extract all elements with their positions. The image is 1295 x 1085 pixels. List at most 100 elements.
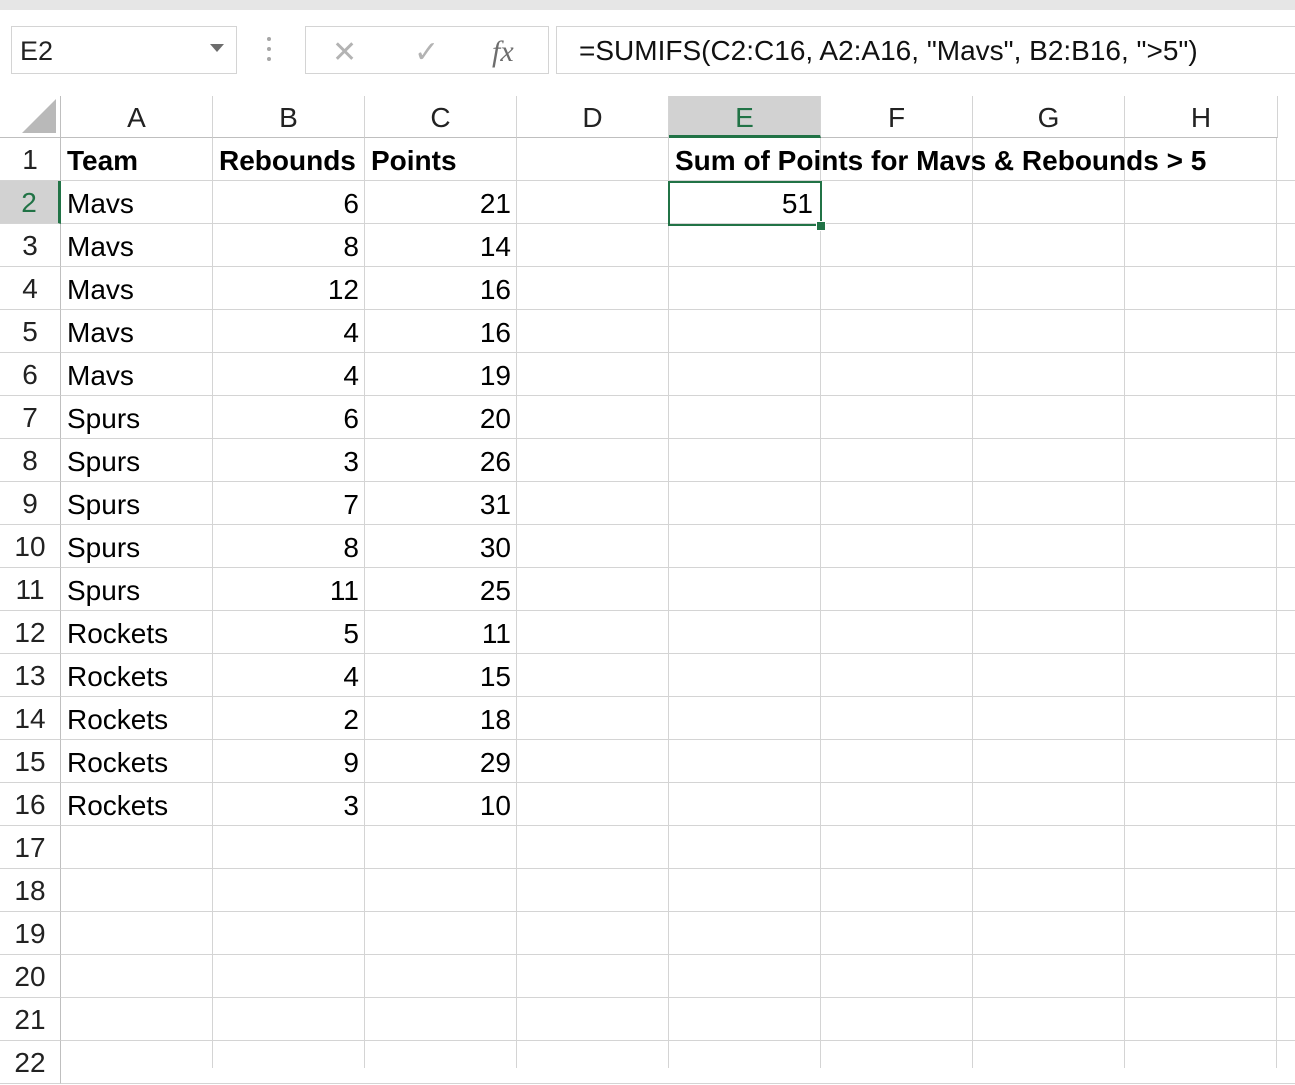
gridline-vertical — [1124, 138, 1125, 1068]
cell-e1-sum-label[interactable]: Sum of Points for Mavs & Rebounds > 5 — [669, 138, 1275, 181]
row-header-1[interactable]: 1 — [0, 138, 61, 181]
row-header-12[interactable]: 12 — [0, 611, 61, 654]
formula-input[interactable]: =SUMIFS(C2:C16, A2:A16, "Mavs", B2:B16, … — [556, 26, 1295, 74]
chevron-down-icon[interactable] — [210, 44, 224, 52]
row-header-9[interactable]: 9 — [0, 482, 61, 525]
cell-b1-rebounds-header[interactable]: Rebounds — [213, 138, 371, 181]
gridline-vertical — [668, 138, 669, 1068]
cell-rebounds[interactable]: 9 — [213, 740, 365, 783]
select-all-button[interactable] — [0, 96, 61, 138]
cell-c1-points-header[interactable]: Points — [365, 138, 523, 181]
cell-points[interactable]: 20 — [365, 396, 517, 439]
cell-points[interactable]: 16 — [365, 310, 517, 353]
cell-a1-team-header[interactable]: Team — [61, 138, 219, 181]
row-header-2[interactable]: 2 — [0, 181, 61, 224]
cell-points[interactable]: 18 — [365, 697, 517, 740]
name-box[interactable]: E2 — [11, 26, 237, 74]
row-header-10[interactable]: 10 — [0, 525, 61, 568]
cell-rebounds[interactable]: 6 — [213, 396, 365, 439]
cell-points[interactable]: 31 — [365, 482, 517, 525]
cancel-icon[interactable]: ✕ — [332, 35, 357, 70]
cell-team[interactable]: Rockets — [61, 654, 219, 697]
cell-team[interactable]: Mavs — [61, 310, 219, 353]
cell-rebounds[interactable]: 7 — [213, 482, 365, 525]
cell-points[interactable]: 15 — [365, 654, 517, 697]
row-header-16[interactable]: 16 — [0, 783, 61, 826]
cell-team[interactable]: Spurs — [61, 396, 219, 439]
gridline-horizontal — [61, 954, 1295, 955]
cell-rebounds[interactable]: 8 — [213, 525, 365, 568]
cell-points[interactable]: 29 — [365, 740, 517, 783]
cell-rebounds[interactable]: 11 — [213, 568, 365, 611]
column-header-g[interactable]: G — [973, 96, 1125, 138]
cell-points[interactable]: 21 — [365, 181, 517, 224]
row-header-11[interactable]: 11 — [0, 568, 61, 611]
active-cell-border — [668, 181, 822, 226]
cell-points[interactable]: 10 — [365, 783, 517, 826]
cell-rebounds[interactable]: 12 — [213, 267, 365, 310]
spreadsheet-grid[interactable]: A B C D E F G H 1 2 3 4 5 6 7 8 9 10 11 12 13 14 15 16 17 18 19 20 2… — [0, 96, 1295, 1084]
row-header-19[interactable]: 19 — [0, 912, 61, 955]
cell-team[interactable]: Spurs — [61, 439, 219, 482]
row-header-8[interactable]: 8 — [0, 439, 61, 482]
column-header-c[interactable]: C — [365, 96, 517, 138]
cell-team[interactable]: Mavs — [61, 181, 219, 224]
row-header-6[interactable]: 6 — [0, 353, 61, 396]
cell-points[interactable]: 11 — [365, 611, 517, 654]
column-header-b[interactable]: B — [213, 96, 365, 138]
cell-points[interactable]: 19 — [365, 353, 517, 396]
column-header-e[interactable]: E — [669, 96, 821, 138]
cell-points[interactable]: 30 — [365, 525, 517, 568]
cell-team[interactable]: Mavs — [61, 224, 219, 267]
row-header-7[interactable]: 7 — [0, 396, 61, 439]
row-header-5[interactable]: 5 — [0, 310, 61, 353]
cell-team[interactable]: Rockets — [61, 611, 219, 654]
column-header-d[interactable]: D — [517, 96, 669, 138]
row-header-22[interactable]: 22 — [0, 1041, 61, 1084]
resize-grip-icon[interactable] — [266, 37, 272, 65]
row-header-21[interactable]: 21 — [0, 998, 61, 1041]
cell-team[interactable]: Rockets — [61, 740, 219, 783]
cell-team[interactable]: Rockets — [61, 783, 219, 826]
column-header-a[interactable]: A — [61, 96, 213, 138]
cell-points[interactable]: 26 — [365, 439, 517, 482]
cell-rebounds[interactable]: 4 — [213, 310, 365, 353]
formula-text[interactable]: =SUMIFS(C2:C16, A2:A16, "Mavs", B2:B16, … — [579, 35, 1198, 67]
row-header-4[interactable]: 4 — [0, 267, 61, 310]
row-header-14[interactable]: 14 — [0, 697, 61, 740]
cell-rebounds[interactable]: 5 — [213, 611, 365, 654]
cell-rebounds[interactable]: 8 — [213, 224, 365, 267]
cell-team[interactable]: Mavs — [61, 353, 219, 396]
column-header-f[interactable]: F — [821, 96, 973, 138]
row-header-3[interactable]: 3 — [0, 224, 61, 267]
row-header-20[interactable]: 20 — [0, 955, 61, 998]
insert-function-icon[interactable]: fx — [492, 35, 514, 69]
cell-team[interactable]: Spurs — [61, 482, 219, 525]
row-header-17[interactable]: 17 — [0, 826, 61, 869]
column-header-h[interactable]: H — [1125, 96, 1278, 138]
gridline-horizontal — [61, 1083, 1295, 1084]
cell-rebounds[interactable]: 4 — [213, 353, 365, 396]
cell-points[interactable]: 25 — [365, 568, 517, 611]
fill-handle[interactable] — [816, 221, 826, 231]
ribbon-edge — [0, 0, 1295, 10]
cell-team[interactable]: Spurs — [61, 525, 219, 568]
cell-team[interactable]: Spurs — [61, 568, 219, 611]
row-header-18[interactable]: 18 — [0, 869, 61, 912]
cell-points[interactable]: 14 — [365, 224, 517, 267]
cell-rebounds[interactable]: 4 — [213, 654, 365, 697]
enter-icon[interactable]: ✓ — [414, 35, 439, 70]
row-header-15[interactable]: 15 — [0, 740, 61, 783]
gridline-horizontal — [61, 997, 1295, 998]
cell-team[interactable]: Mavs — [61, 267, 219, 310]
row-header-13[interactable]: 13 — [0, 654, 61, 697]
cell-rebounds[interactable]: 3 — [213, 783, 365, 826]
cell-rebounds[interactable]: 6 — [213, 181, 365, 224]
cell-points[interactable]: 16 — [365, 267, 517, 310]
cell-team[interactable]: Rockets — [61, 697, 219, 740]
cell-rebounds[interactable]: 3 — [213, 439, 365, 482]
formula-bar-area: E2 ✕ ✓ fx =SUMIFS(C2:C16, A2:A16, "Mavs"… — [0, 0, 1295, 96]
cell-rebounds[interactable]: 2 — [213, 697, 365, 740]
formula-buttons: ✕ ✓ fx — [305, 26, 549, 74]
name-box-value[interactable]: E2 — [20, 36, 53, 67]
